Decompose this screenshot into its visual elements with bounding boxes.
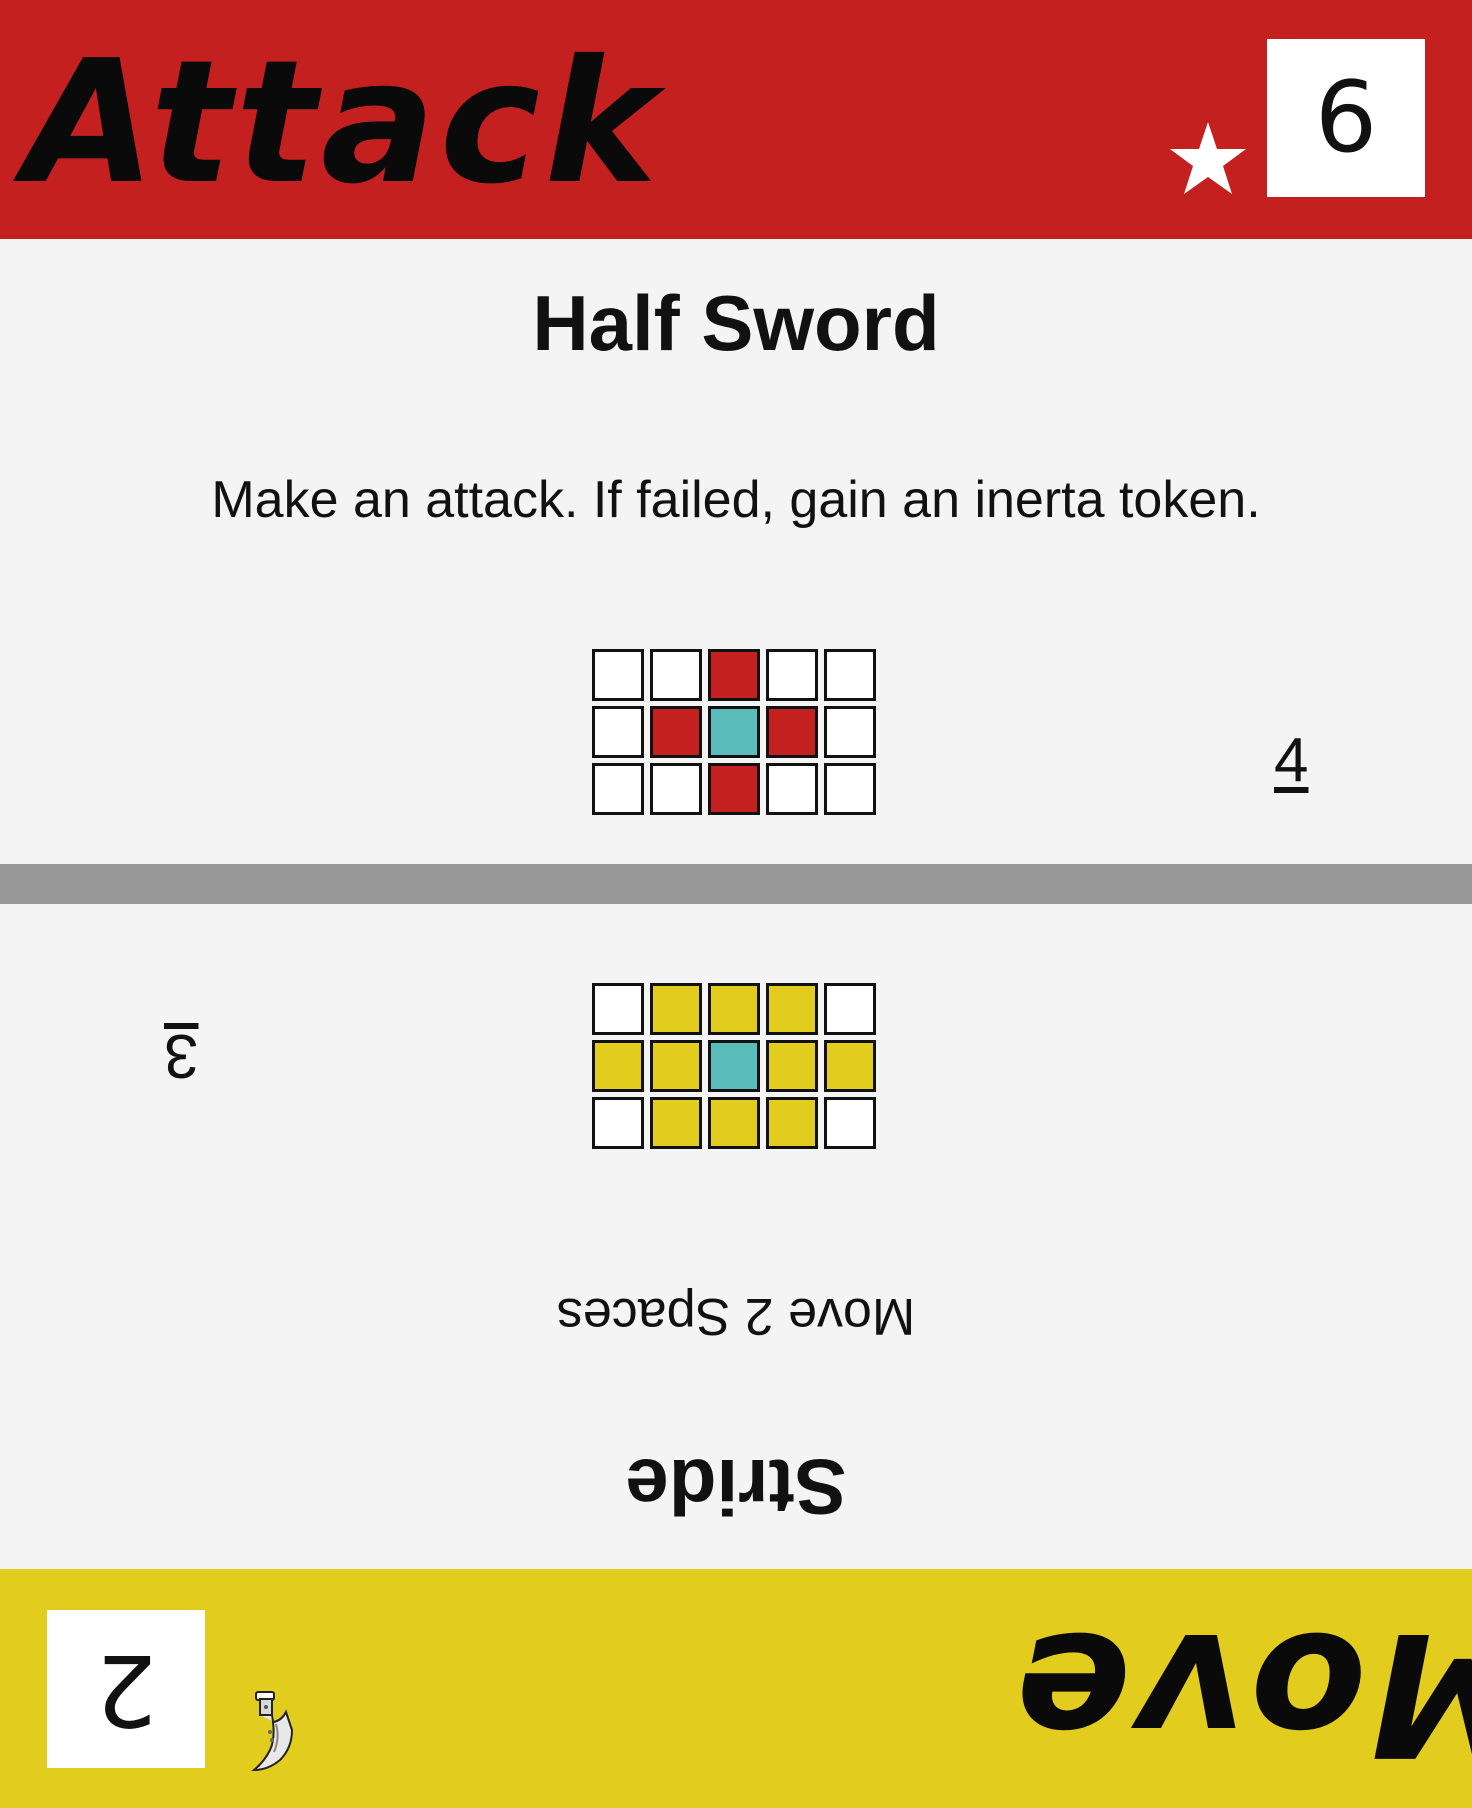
- grid-cell-empty: [824, 649, 876, 701]
- grid-cell-empty: [766, 763, 818, 815]
- grid-cell-hit: [708, 649, 760, 701]
- move-cost-box: 2: [47, 1610, 205, 1768]
- grid-cell-move: [650, 1040, 702, 1092]
- move-speed-value: 3: [164, 1021, 199, 1090]
- attack-cost-box: 6: [1267, 39, 1425, 197]
- grid-cell-hit: [650, 706, 702, 758]
- move-type-label: Move: [1012, 1594, 1472, 1792]
- grid-cell-move: [766, 1040, 818, 1092]
- grid-cell-move: [766, 1097, 818, 1149]
- grid-cell-self: [708, 1040, 760, 1092]
- grid-cell-move: [650, 983, 702, 1035]
- grid-cell-move: [708, 1097, 760, 1149]
- grid-cell-empty: [592, 649, 644, 701]
- attack-type-label: Attack: [24, 24, 662, 222]
- move-card-name: Stride: [625, 1443, 847, 1531]
- grid-cell-empty: [592, 983, 644, 1035]
- attack-card-name: Half Sword: [532, 279, 940, 367]
- attack-range-grid: [592, 649, 881, 815]
- grid-cell-empty: [592, 706, 644, 758]
- attack-card-description: Make an attack. If failed, gain an inert…: [211, 471, 1261, 529]
- grid-cell-move: [708, 983, 760, 1035]
- grid-cell-empty: [824, 763, 876, 815]
- grid-cell-empty: [592, 1097, 644, 1149]
- grid-cell-empty: [824, 983, 876, 1035]
- grid-cell-move: [766, 983, 818, 1035]
- grid-cell-empty: [824, 1097, 876, 1149]
- move-card-description: Move 2 Spaces: [556, 1287, 916, 1345]
- grid-cell-move: [824, 1040, 876, 1092]
- card-divider: [0, 864, 1472, 904]
- grid-cell-hit: [708, 763, 760, 815]
- attack-speed-value: 4: [1274, 726, 1309, 795]
- grid-cell-empty: [766, 649, 818, 701]
- dagger-icon: [248, 1690, 308, 1776]
- grid-cell-empty: [650, 649, 702, 701]
- grid-cell-move: [650, 1097, 702, 1149]
- move-range-grid: [592, 983, 881, 1149]
- grid-cell-empty: [824, 706, 876, 758]
- grid-cell-empty: [650, 763, 702, 815]
- grid-cell-self: [708, 706, 760, 758]
- grid-cell-empty: [592, 763, 644, 815]
- grid-cell-move: [592, 1040, 644, 1092]
- grid-cell-hit: [766, 706, 818, 758]
- star-icon: [1166, 118, 1250, 202]
